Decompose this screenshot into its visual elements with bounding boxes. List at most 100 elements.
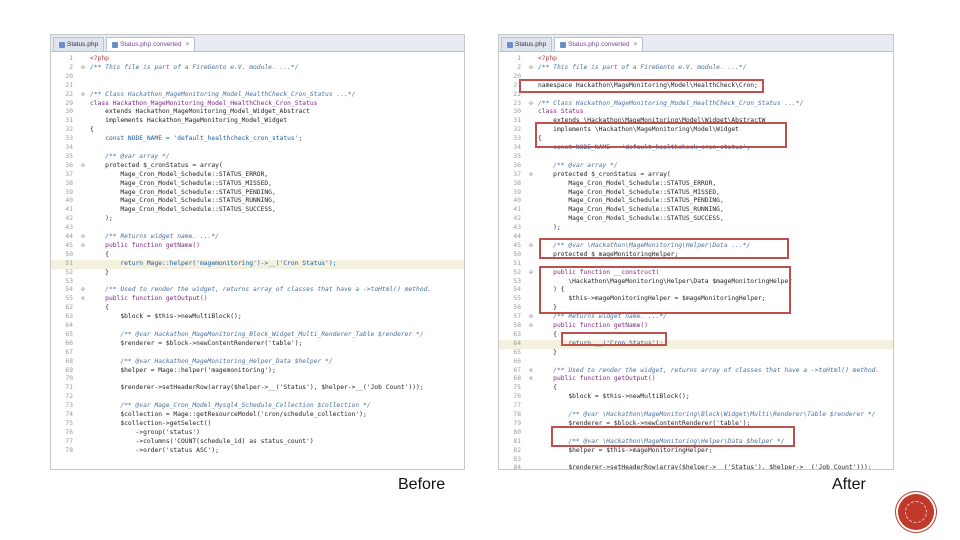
line-number: 55 bbox=[513, 295, 521, 303]
line-number: 82 bbox=[513, 446, 521, 454]
code-line: 55 ⊖ public function getOutput() bbox=[51, 295, 464, 304]
close-tab-icon[interactable]: × bbox=[186, 38, 190, 51]
code-text: $collection = Mage::getResourceModel('cr… bbox=[90, 411, 367, 418]
fold-toggle-icon[interactable]: ⊖ bbox=[76, 295, 90, 304]
gutter-spacer bbox=[76, 189, 90, 198]
code-line: 36 ⊖ protected $_cronStatus = array( bbox=[51, 162, 464, 171]
line-number: 34 bbox=[65, 144, 73, 151]
line-number: 2 bbox=[517, 63, 521, 71]
gutter-spacer bbox=[76, 278, 90, 287]
code-line: 63 { bbox=[499, 331, 893, 340]
code-line: 78 ->order('status ASC'); bbox=[51, 447, 464, 456]
gutter-spacer bbox=[76, 135, 90, 144]
gutter-spacer bbox=[76, 438, 90, 447]
code-text: /** @var Hackathon_MageMonitoring_Helper… bbox=[90, 357, 333, 365]
line-number: 76 bbox=[65, 428, 73, 436]
code-text: Mage_Cron_Model_Schedule::STATUS_MISSED, bbox=[90, 179, 272, 187]
line-number: 20 bbox=[65, 72, 73, 80]
gutter-spacer bbox=[76, 100, 90, 109]
line-number: 43 bbox=[65, 224, 73, 232]
line-number: 54 bbox=[65, 286, 73, 294]
gutter-spacer bbox=[524, 447, 538, 456]
fold-toggle-icon[interactable]: ⊖ bbox=[524, 171, 538, 180]
tab-file[interactable]: Status.php converted × bbox=[554, 37, 644, 51]
fold-toggle-icon[interactable]: ⊖ bbox=[524, 322, 538, 331]
code-line: 2 ⊖/** This file is part of a FireGento e… bbox=[51, 64, 464, 73]
line-number: 53 bbox=[65, 277, 73, 285]
code-text: } bbox=[538, 348, 557, 356]
tab-label: Status.php converted bbox=[568, 41, 630, 48]
line-number: 35 bbox=[65, 152, 73, 160]
code-line: 63 $block = $this->newMultiBlock(); bbox=[51, 313, 464, 322]
fold-toggle-icon[interactable]: ⊖ bbox=[76, 162, 90, 171]
tab-label: Status.php bbox=[67, 41, 99, 48]
line-number: 45 bbox=[513, 241, 521, 249]
line-number: 51 bbox=[65, 259, 73, 267]
line-number: 32 bbox=[513, 126, 521, 134]
code-text: /** Used to render the widget, returns a… bbox=[538, 366, 880, 374]
line-number: 58 bbox=[513, 322, 521, 329]
gutter-spacer bbox=[524, 420, 538, 429]
line-number: 67 bbox=[513, 366, 521, 374]
tab-file[interactable]: Status.php bbox=[501, 37, 553, 51]
code-text: /** @var Hackathon_MageMonitoring_Block_… bbox=[90, 330, 424, 338]
fold-toggle-icon[interactable]: ⊖ bbox=[76, 242, 90, 251]
code-line: 30 class Status bbox=[499, 108, 893, 117]
fold-toggle-icon[interactable]: ⊖ bbox=[76, 64, 90, 73]
code-line: 50 { bbox=[51, 251, 464, 260]
code-line: 44 ⊖ /** Returns widget name. ...*/ bbox=[51, 233, 464, 242]
fold-toggle-icon[interactable]: ⊖ bbox=[76, 286, 90, 295]
code-text: implements Hackathon_MageMonitoring_Mode… bbox=[90, 117, 288, 125]
code-line: 32 { bbox=[51, 126, 464, 135]
fold-toggle-icon[interactable]: ⊖ bbox=[76, 91, 90, 100]
fold-toggle-icon[interactable]: ⊖ bbox=[76, 233, 90, 242]
gutter-spacer bbox=[76, 304, 90, 313]
code-text: protected $_cronStatus = array( bbox=[90, 161, 223, 169]
line-number: 68 bbox=[65, 357, 73, 365]
before-code-editor[interactable]: 78 ->order('status ASC'); 77 ->columns('C… bbox=[51, 52, 464, 469]
fold-toggle-icon[interactable]: ⊖ bbox=[524, 313, 538, 322]
line-number: 57 bbox=[513, 313, 521, 321]
gutter-spacer bbox=[524, 278, 538, 287]
code-line: 39 Mage_Cron_Model_Schedule::STATUS_PEND… bbox=[51, 189, 464, 198]
code-text: <?php bbox=[538, 55, 557, 62]
tab-file[interactable]: Status.php converted × bbox=[106, 37, 196, 51]
code-line: 77 ->columns('COUNT(schedule_id) as stat… bbox=[51, 438, 464, 447]
gutter-spacer bbox=[524, 286, 538, 295]
line-number: 44 bbox=[65, 233, 73, 240]
gutter-spacer bbox=[76, 349, 90, 358]
line-number: 76 bbox=[513, 393, 521, 401]
gutter-spacer bbox=[524, 251, 538, 260]
code-line: 36 /** @var array */ bbox=[499, 162, 893, 171]
fold-toggle-icon[interactable]: ⊖ bbox=[524, 64, 538, 73]
code-line: 76 $block = $this->newMultiBlock(); bbox=[499, 393, 893, 402]
code-line: 40 Mage_Cron_Model_Schedule::STATUS_RUNN… bbox=[51, 197, 464, 206]
code-text: Mage_Cron_Model_Schedule::STATUS_RUNNING… bbox=[90, 197, 276, 205]
code-line: 83 bbox=[499, 456, 893, 465]
line-number: 34 bbox=[513, 144, 521, 151]
code-line: 70 bbox=[51, 375, 464, 384]
fold-toggle-icon[interactable]: ⊖ bbox=[524, 242, 538, 251]
code-line: 75 $collection->getSelect() bbox=[51, 420, 464, 429]
gutter-spacer bbox=[524, 331, 538, 340]
code-text: Mage_Cron_Model_Schedule::STATUS_SUCCESS… bbox=[538, 215, 724, 223]
code-text: public function getName() bbox=[90, 241, 200, 249]
fold-toggle-icon[interactable]: ⊖ bbox=[524, 100, 538, 109]
line-number: 78 bbox=[513, 411, 521, 418]
fold-toggle-icon[interactable]: ⊖ bbox=[524, 367, 538, 376]
line-number: 56 bbox=[513, 304, 521, 312]
tab-file[interactable]: Status.php bbox=[53, 37, 105, 51]
after-code-editor[interactable]: 84 $renderer->setHeaderRow(array($helper… bbox=[499, 52, 893, 469]
gutter-spacer bbox=[524, 260, 538, 269]
code-text: ); bbox=[538, 224, 561, 232]
code-line: 57 ⊖ /** Returns widget name. ...*/ bbox=[499, 313, 893, 322]
close-tab-icon[interactable]: × bbox=[634, 38, 638, 51]
fold-toggle-icon[interactable]: ⊖ bbox=[524, 375, 538, 384]
line-number: 78 bbox=[65, 446, 73, 454]
fold-toggle-icon[interactable]: ⊖ bbox=[524, 269, 538, 278]
gutter-spacer bbox=[76, 251, 90, 260]
gutter-spacer bbox=[524, 384, 538, 393]
code-line: 64 bbox=[51, 322, 464, 331]
